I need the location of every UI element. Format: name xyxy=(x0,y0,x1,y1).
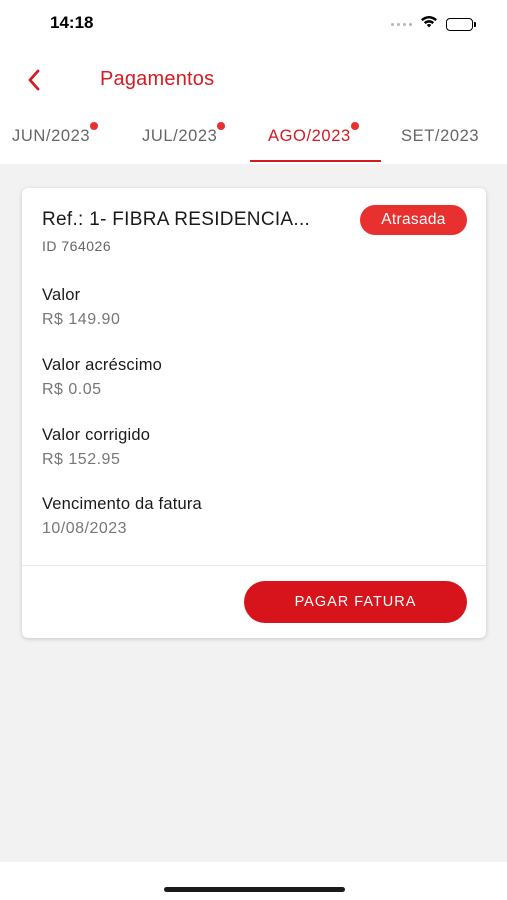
notification-dot xyxy=(217,122,226,130)
battery-icon xyxy=(446,17,476,31)
tab-set-2023[interactable]: SET/2023 xyxy=(401,127,479,146)
tab-label: AGO/2023 xyxy=(268,127,351,145)
valor-corrigido-value: R$ 152.95 xyxy=(42,451,121,468)
header: Pagamentos xyxy=(0,48,507,112)
tab-jun-2023[interactable]: JUN/2023 xyxy=(12,122,99,146)
chevron-left-icon xyxy=(28,69,40,91)
status-time: 14:18 xyxy=(50,13,94,32)
tab-jul-2023[interactable]: JUL/2023 xyxy=(142,122,226,146)
invoice-reference: Ref.: 1- FIBRA RESIDENCIA... xyxy=(42,209,311,230)
cellular-signal-icon xyxy=(391,22,412,26)
valor-label: Valor xyxy=(42,286,81,304)
valor-value: R$ 149.90 xyxy=(42,311,121,328)
payments-screen: 14:18 Pagamentos JUN/2023 JUL/2023 AGO/2… xyxy=(0,0,507,900)
valor-acrescimo-label: Valor acréscimo xyxy=(42,356,163,374)
valor-acrescimo-value: R$ 0.05 xyxy=(42,381,102,398)
vencimento-label: Vencimento da fatura xyxy=(42,495,202,513)
back-button[interactable] xyxy=(20,64,48,96)
card-divider xyxy=(22,565,486,566)
invoice-card: Ref.: 1- FIBRA RESIDENCIA... Atrasada ID… xyxy=(22,188,486,638)
tab-label: JUN/2023 xyxy=(12,127,91,145)
month-tabs: JUN/2023 JUL/2023 AGO/2023 SET/2023 xyxy=(0,112,507,164)
invoice-id: ID 764026 xyxy=(42,238,112,254)
tab-label: SET/2023 xyxy=(401,127,480,145)
status-bar: 14:18 xyxy=(0,0,507,48)
tab-ago-2023[interactable]: AGO/2023 xyxy=(268,122,359,146)
status-badge: Atrasada xyxy=(360,205,467,235)
active-tab-indicator xyxy=(250,160,381,162)
notification-dot xyxy=(350,122,359,130)
bottom-bar xyxy=(0,862,507,900)
wifi-icon xyxy=(420,15,438,33)
pay-invoice-button[interactable]: PAGAR FATURA xyxy=(244,581,467,623)
valor-corrigido-label: Valor corrigido xyxy=(42,426,151,444)
page-title: Pagamentos xyxy=(100,68,215,90)
vencimento-value: 10/08/2023 xyxy=(42,520,128,537)
home-indicator[interactable] xyxy=(164,887,345,892)
tab-label: JUL/2023 xyxy=(142,127,218,145)
status-icons xyxy=(391,15,476,33)
notification-dot xyxy=(90,122,99,130)
